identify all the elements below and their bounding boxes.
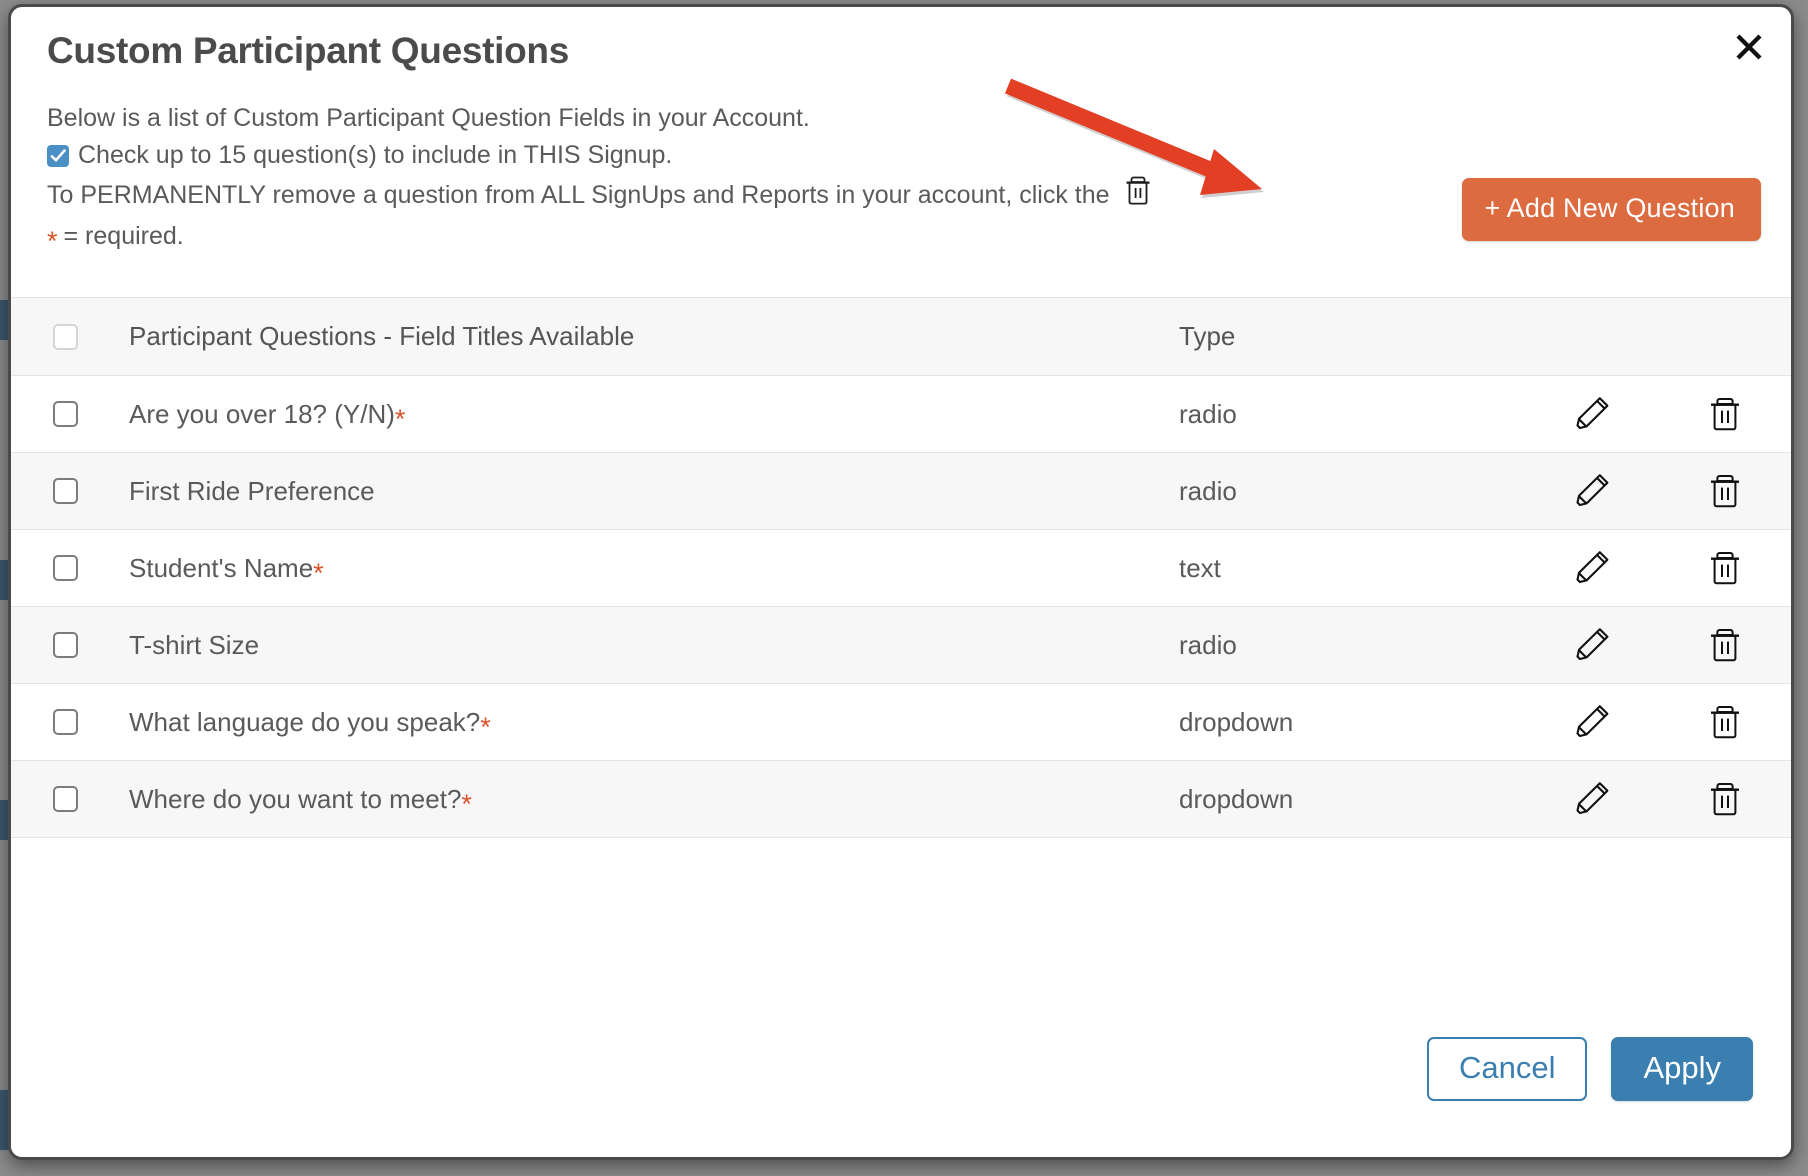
question-title-cell: What language do you speak?* — [119, 706, 1179, 741]
question-title-cell: Are you over 18? (Y/N)* — [119, 398, 1179, 433]
cancel-button[interactable]: Cancel — [1426, 1037, 1588, 1101]
pencil-icon[interactable] — [1573, 702, 1615, 742]
delete-cell[interactable] — [1659, 394, 1791, 434]
table-body: Are you over 18? (Y/N)* radio First Ride P… — [11, 376, 1791, 839]
pencil-icon[interactable] — [1573, 625, 1615, 665]
required-star: * — [394, 403, 406, 434]
delete-cell[interactable] — [1659, 779, 1791, 819]
edit-cell[interactable] — [1529, 702, 1659, 742]
edit-cell[interactable] — [1529, 625, 1659, 665]
table-row[interactable]: What language do you speak?* dropdown — [11, 684, 1791, 762]
dialog-footer: Cancel Apply — [11, 981, 1791, 1157]
question-type-cell: radio — [1179, 398, 1237, 429]
delete-cell[interactable] — [1659, 548, 1791, 588]
trash-icon[interactable] — [1707, 779, 1743, 819]
dialog-header: Custom Participant Questions — [11, 7, 1791, 73]
row-checkbox[interactable] — [52, 555, 78, 582]
question-title-text: What language do you speak? — [129, 706, 481, 737]
row-checkbox[interactable] — [52, 401, 78, 428]
delete-cell[interactable] — [1659, 625, 1791, 665]
close-icon[interactable] — [1729, 27, 1769, 67]
question-title-text: Where do you want to meet? — [129, 783, 462, 814]
table-row[interactable]: First Ride Preference radio — [11, 453, 1791, 531]
row-select-cell[interactable] — [11, 478, 119, 505]
select-all-checkbox[interactable] — [52, 323, 78, 350]
select-all-cell[interactable] — [11, 323, 119, 350]
question-type-cell: dropdown — [1179, 706, 1294, 737]
pencil-icon[interactable] — [1573, 394, 1615, 434]
column-header-title: Participant Questions - Field Titles Ava… — [129, 321, 635, 352]
apply-button[interactable]: Apply — [1611, 1037, 1753, 1101]
question-title-text: First Ride Preference — [129, 475, 375, 506]
pencil-icon[interactable] — [1573, 471, 1615, 511]
dialog-instructions: Below is a list of Custom Participant Qu… — [11, 73, 1791, 255]
trash-icon[interactable] — [1707, 702, 1743, 742]
instruction-line-4-text: = required. — [63, 222, 184, 251]
row-select-cell[interactable] — [11, 786, 119, 813]
question-type-cell: dropdown — [1179, 783, 1294, 814]
row-select-cell[interactable] — [11, 555, 119, 582]
trash-icon[interactable] — [1707, 625, 1743, 665]
table-header-row: Participant Questions - Field Titles Ava… — [11, 298, 1791, 377]
table-row[interactable]: Are you over 18? (Y/N)* radio — [11, 376, 1791, 454]
instruction-line-2: Check up to 15 question(s) to include in… — [47, 138, 1755, 172]
edit-cell[interactable] — [1529, 394, 1659, 434]
pencil-icon[interactable] — [1573, 779, 1615, 819]
question-title-text: T-shirt Size — [129, 629, 260, 660]
question-title-text: Are you over 18? (Y/N) — [129, 398, 395, 429]
row-select-cell[interactable] — [11, 401, 119, 428]
question-type-cell: text — [1179, 552, 1221, 583]
question-title-cell: Student's Name* — [119, 552, 1179, 587]
trash-icon[interactable] — [1707, 548, 1743, 588]
row-checkbox[interactable] — [52, 709, 78, 736]
row-select-cell[interactable] — [11, 632, 119, 659]
trash-icon[interactable] — [1707, 471, 1743, 511]
question-title-text: Student's Name — [129, 552, 314, 583]
row-select-cell[interactable] — [11, 709, 119, 736]
column-header-type: Type — [1179, 321, 1236, 352]
table-row[interactable]: Where do you want to meet?* dropdown — [11, 761, 1791, 839]
question-type-cell: radio — [1179, 629, 1237, 660]
custom-participant-questions-dialog: Custom Participant Questions Below is a … — [8, 4, 1794, 1160]
delete-cell[interactable] — [1659, 702, 1791, 742]
row-checkbox[interactable] — [52, 478, 78, 505]
required-star: * — [461, 788, 472, 819]
row-checkbox[interactable] — [52, 632, 78, 659]
question-title-cell: First Ride Preference — [119, 476, 1179, 507]
row-checkbox[interactable] — [52, 786, 78, 813]
question-title-cell: Where do you want to meet?* — [119, 783, 1179, 818]
checked-checkbox-icon — [47, 145, 69, 168]
screen: Custom Participant Questions Below is a … — [0, 0, 1808, 1176]
table-row[interactable]: T-shirt Size radio — [11, 607, 1791, 685]
pencil-icon[interactable] — [1573, 548, 1615, 588]
table-row[interactable]: Student's Name* text — [11, 530, 1791, 608]
edit-cell[interactable] — [1529, 471, 1659, 511]
add-new-question-button[interactable]: + Add New Question — [1462, 178, 1761, 242]
questions-table: Participant Questions - Field Titles Ava… — [11, 297, 1791, 839]
instruction-line-1: Below is a list of Custom Participant Qu… — [47, 101, 1755, 135]
instruction-line-3-text: To PERMANENTLY remove a question from AL… — [47, 180, 1110, 209]
instruction-line-1-text: Below is a list of Custom Participant Qu… — [47, 104, 810, 133]
question-title-cell: T-shirt Size — [119, 630, 1179, 661]
question-type-cell: radio — [1179, 475, 1237, 506]
delete-cell[interactable] — [1659, 471, 1791, 511]
required-star: * — [313, 557, 324, 588]
required-star: * — [480, 711, 491, 742]
trash-icon[interactable] — [1707, 394, 1743, 434]
edit-cell[interactable] — [1529, 548, 1659, 588]
instruction-line-2-text: Check up to 15 question(s) to include in… — [78, 141, 673, 170]
trash-icon — [1123, 173, 1153, 216]
edit-cell[interactable] — [1529, 779, 1659, 819]
page-title: Custom Participant Questions — [47, 30, 570, 71]
